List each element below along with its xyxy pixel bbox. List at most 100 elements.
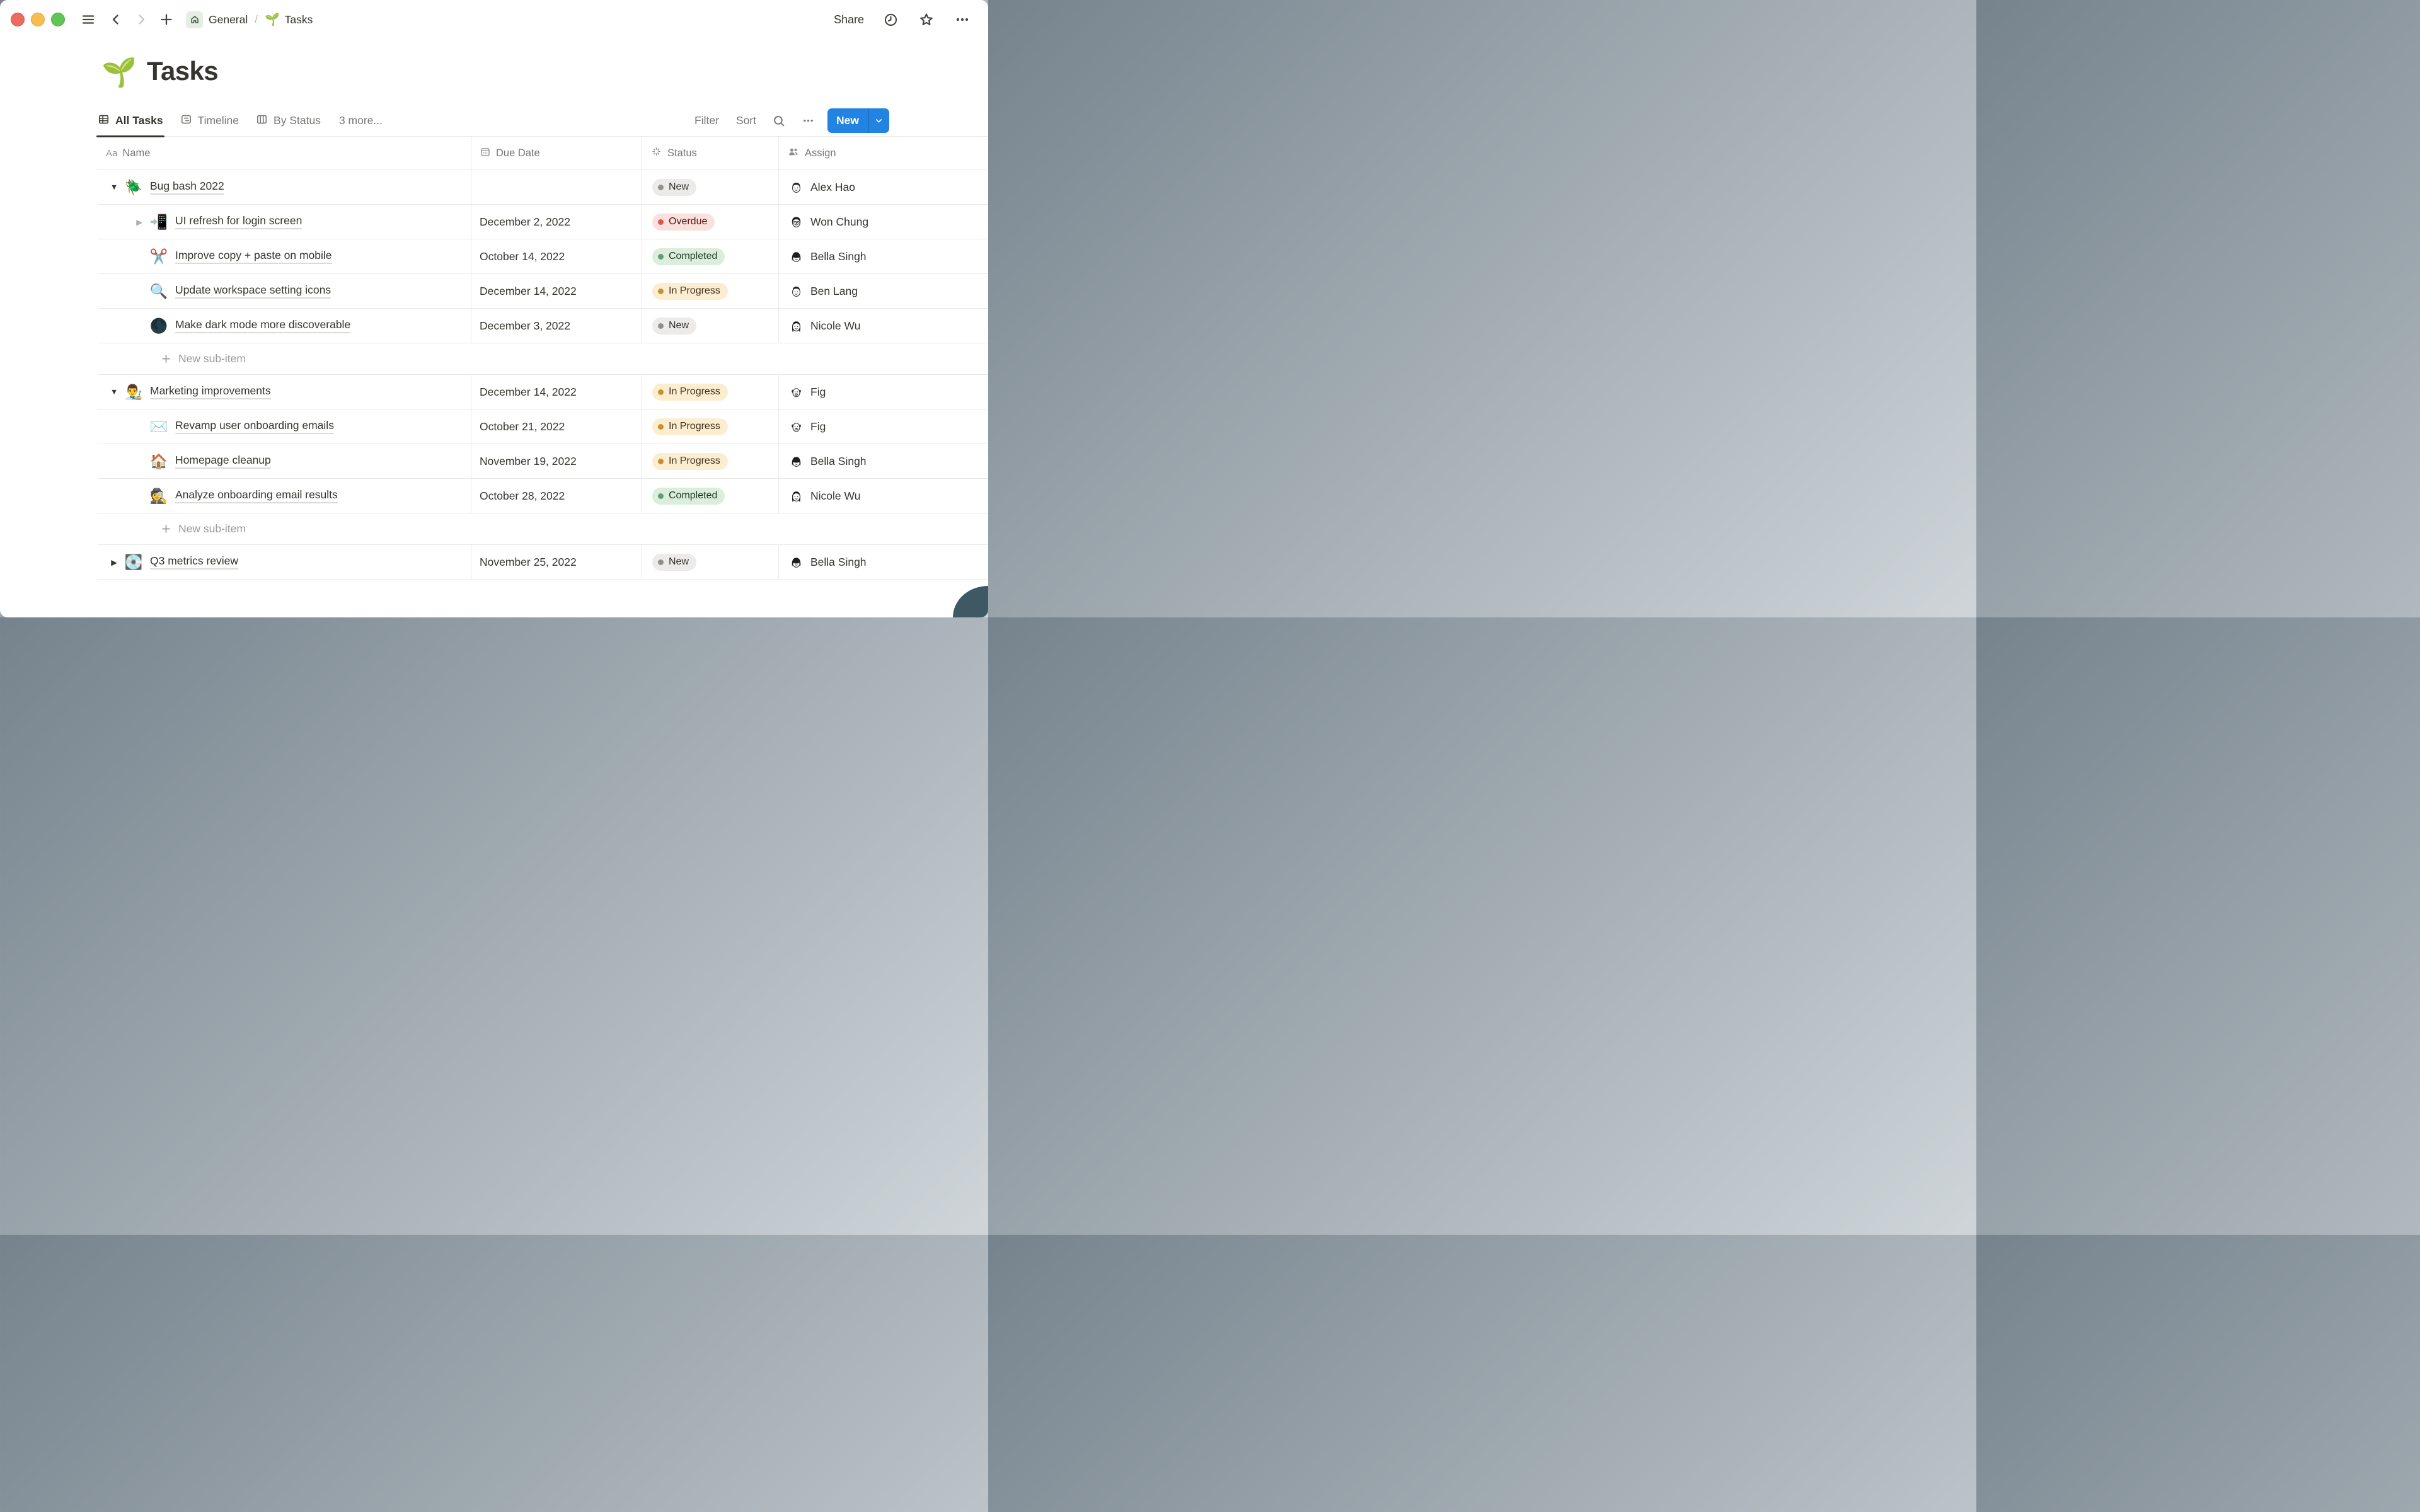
row-title-link[interactable]: Make dark mode more discoverable [175,318,351,334]
share-button[interactable]: Share [834,13,864,26]
more-views-button[interactable]: 3 more... [339,114,383,127]
breadcrumb-item-tasks[interactable]: 🌱 Tasks [265,12,313,27]
new-button[interactable]: New [827,108,889,133]
close-window-button[interactable] [11,13,25,26]
chevron-down-icon[interactable] [868,108,889,133]
due-date-cell[interactable]: October 21, 2022 [471,410,642,444]
row-title-link[interactable]: Q3 metrics review [150,554,239,570]
new-sub-item-row[interactable]: New sub-item [98,343,988,375]
name-cell[interactable]: ▼ 🪲 Bug bash 2022 [98,170,471,204]
assign-cell[interactable]: Bella Singh [778,545,988,579]
table-row[interactable]: ✉️ Revamp user onboarding emails October… [98,410,988,444]
forward-icon[interactable] [132,10,151,29]
filter-button[interactable]: Filter [694,114,719,127]
status-cell[interactable]: Completed [642,479,778,513]
due-date-cell[interactable] [471,170,642,204]
due-date-cell[interactable]: October 28, 2022 [471,479,642,513]
status-badge[interactable]: New [652,317,697,335]
zoom-window-button[interactable] [51,13,65,26]
assign-cell[interactable]: Nicole Wu [778,479,988,513]
status-cell[interactable]: Completed [642,239,778,273]
name-cell[interactable]: ▶ 💽 Q3 metrics review [98,545,471,579]
row-title-link[interactable]: Bug bash 2022 [150,180,224,195]
status-cell[interactable]: In Progress [642,444,778,478]
table-row[interactable]: ✂️ Improve copy + paste on mobile Octobe… [98,239,988,274]
status-badge[interactable]: Overdue [652,213,715,231]
row-title-link[interactable]: Revamp user onboarding emails [175,419,334,435]
hamburger-icon[interactable] [79,10,98,29]
status-cell[interactable]: Overdue [642,205,778,239]
tab-all-tasks[interactable]: All Tasks [96,105,164,137]
row-toggle[interactable]: ▼ [107,384,122,399]
status-badge[interactable]: Completed [652,487,725,505]
row-title-link[interactable]: Analyze onboarding email results [175,488,338,504]
table-row[interactable]: ▼ 🪲 Bug bash 2022 New Alex Hao [98,170,988,205]
row-toggle[interactable]: ▶ [132,214,147,229]
name-cell[interactable]: ✂️ Improve copy + paste on mobile [98,239,471,273]
search-icon[interactable] [772,114,786,128]
assign-cell[interactable]: Fig [778,375,988,409]
row-title-link[interactable]: Marketing improvements [150,384,271,400]
row-toggle[interactable]: ▼ [107,180,122,195]
status-cell[interactable]: New [642,309,778,343]
row-toggle[interactable]: ▶ [107,554,122,570]
name-cell[interactable]: 🕵️ Analyze onboarding email results [98,479,471,513]
name-cell[interactable]: 🌑 Make dark mode more discoverable [98,309,471,343]
due-date-cell[interactable]: November 19, 2022 [471,444,642,478]
row-title-link[interactable]: Improve copy + paste on mobile [175,249,332,265]
name-cell[interactable]: ▶ 📲 UI refresh for login screen [98,205,471,239]
status-badge[interactable]: In Progress [652,452,728,470]
table-row[interactable]: 🔍 Update workspace setting icons Decembe… [98,274,988,309]
assign-cell[interactable]: Alex Hao [778,170,988,204]
assign-cell[interactable]: Won Chung [778,205,988,239]
status-cell[interactable]: New [642,170,778,204]
status-badge[interactable]: New [652,178,697,196]
table-row[interactable]: 🌑 Make dark mode more discoverable Decem… [98,309,988,343]
table-row[interactable]: ▶ 📲 UI refresh for login screen December… [98,205,988,239]
due-date-cell[interactable]: December 14, 2022 [471,274,642,308]
breadcrumb-item-general[interactable]: General [186,11,248,28]
status-badge[interactable]: New [652,553,697,571]
status-badge[interactable]: Completed [652,248,725,265]
table-row[interactable]: ▼ 👨‍🎨 Marketing improvements December 14… [98,375,988,410]
name-cell[interactable]: 🔍 Update workspace setting icons [98,274,471,308]
assign-cell[interactable]: Fig [778,410,988,444]
sort-button[interactable]: Sort [736,114,756,127]
table-row[interactable]: 🏠 Homepage cleanup November 19, 2022 In … [98,444,988,479]
new-sub-item-row[interactable]: New sub-item [98,513,988,545]
row-title-link[interactable]: Homepage cleanup [175,454,271,469]
table-row[interactable]: 🕵️ Analyze onboarding email results Octo… [98,479,988,513]
status-cell[interactable]: New [642,545,778,579]
status-cell[interactable]: In Progress [642,375,778,409]
history-icon[interactable] [881,10,900,29]
status-badge[interactable]: In Progress [652,383,728,401]
ellipsis-icon[interactable] [953,10,972,29]
column-header-status[interactable]: Status [642,137,778,169]
due-date-cell[interactable]: December 14, 2022 [471,375,642,409]
row-title-link[interactable]: UI refresh for login screen [175,214,302,230]
minimize-window-button[interactable] [31,13,45,26]
name-cell[interactable]: 🏠 Homepage cleanup [98,444,471,478]
row-title-link[interactable]: Update workspace setting icons [175,284,331,299]
assign-cell[interactable]: Bella Singh [778,444,988,478]
name-cell[interactable]: ✉️ Revamp user onboarding emails [98,410,471,444]
star-icon[interactable] [917,10,936,29]
due-date-cell[interactable]: December 3, 2022 [471,309,642,343]
new-button-label[interactable]: New [827,108,868,133]
due-date-cell[interactable]: November 25, 2022 [471,545,642,579]
status-badge[interactable]: In Progress [652,282,728,300]
column-header-assign[interactable]: Assign [778,137,988,169]
status-badge[interactable]: In Progress [652,418,728,435]
view-options-icon[interactable] [802,114,815,127]
name-cell[interactable]: ▼ 👨‍🎨 Marketing improvements [98,375,471,409]
due-date-cell[interactable]: October 14, 2022 [471,239,642,273]
status-cell[interactable]: In Progress [642,274,778,308]
column-header-name[interactable]: Aa Name [98,137,471,169]
new-tab-icon[interactable] [157,10,176,29]
tab-by-status[interactable]: By Status [256,105,321,136]
assign-cell[interactable]: Nicole Wu [778,309,988,343]
status-cell[interactable]: In Progress [642,410,778,444]
column-header-due-date[interactable]: Due Date [471,137,642,169]
tab-timeline[interactable]: Timeline [180,105,239,136]
due-date-cell[interactable]: December 2, 2022 [471,205,642,239]
